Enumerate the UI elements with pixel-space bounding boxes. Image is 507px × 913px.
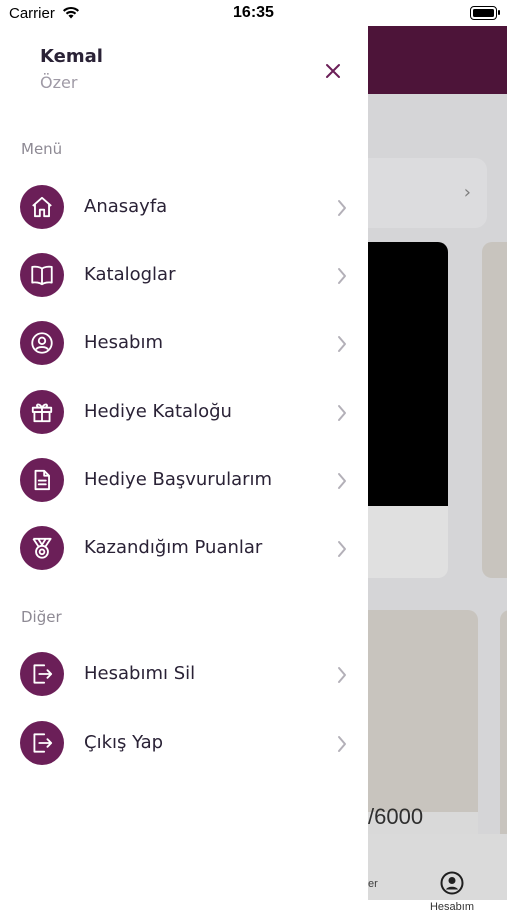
menu-item-hediye-basvurularim[interactable]: Hediye Başvurularım	[0, 450, 368, 510]
menu-item-label: Hediye Kataloğu	[84, 401, 232, 422]
clock: 16:35	[233, 4, 274, 21]
gift-icon	[20, 390, 64, 434]
chevron-right-icon	[338, 736, 346, 752]
menu-item-label: Hesabım	[84, 332, 163, 353]
menu-item-hediye-katalogu[interactable]: Hediye Kataloğu	[0, 382, 368, 442]
section-title-other: Diğer	[21, 608, 62, 626]
menu-item-kataloglar[interactable]: Kataloglar	[0, 245, 368, 305]
chevron-right-icon	[338, 200, 346, 216]
menu-item-hesabim[interactable]: Hesabım	[0, 313, 368, 373]
menu-item-hesabimi-sil[interactable]: Hesabımı Sil	[0, 644, 368, 704]
menu-item-label: Çıkış Yap	[84, 732, 164, 753]
profile-first-name: Kemal	[40, 46, 103, 67]
menu-item-label: Hesabımı Sil	[84, 663, 196, 684]
tab-account-label: Hesabım	[429, 901, 475, 913]
user-circle-icon	[20, 321, 64, 365]
logout-icon	[20, 721, 64, 765]
profile-last-name: Özer	[40, 73, 78, 92]
chevron-right-icon	[338, 541, 346, 557]
medal-icon	[20, 526, 64, 570]
logout-icon	[20, 652, 64, 696]
chevron-right-icon	[338, 667, 346, 683]
menu-item-label: Hediye Başvurularım	[84, 469, 273, 490]
status-bar: Carrier 16:35	[0, 0, 507, 26]
chevron-right-icon	[338, 268, 346, 284]
chevron-right-icon	[338, 336, 346, 352]
menu-item-kazandigim-puanlar[interactable]: Kazandığım Puanlar	[0, 518, 368, 578]
document-icon	[20, 458, 64, 502]
menu-item-cikis-yap[interactable]: Çıkış Yap	[0, 713, 368, 773]
chevron-right-icon	[338, 405, 346, 421]
section-title-menu: Menü	[21, 140, 63, 158]
menu-item-label: Kazandığım Puanlar	[84, 537, 263, 558]
menu-item-label: Kataloglar	[84, 264, 176, 285]
home-icon	[20, 185, 64, 229]
chevron-right-icon	[338, 473, 346, 489]
book-icon	[20, 253, 64, 297]
battery-icon	[470, 6, 500, 20]
side-drawer: Kemal Özer Menü Anasayfa Kataloglar Hesa…	[0, 26, 368, 900]
menu-item-anasayfa[interactable]: Anasayfa	[0, 177, 368, 237]
menu-item-label: Anasayfa	[84, 196, 168, 217]
close-icon	[326, 64, 340, 78]
close-button[interactable]	[322, 60, 344, 82]
